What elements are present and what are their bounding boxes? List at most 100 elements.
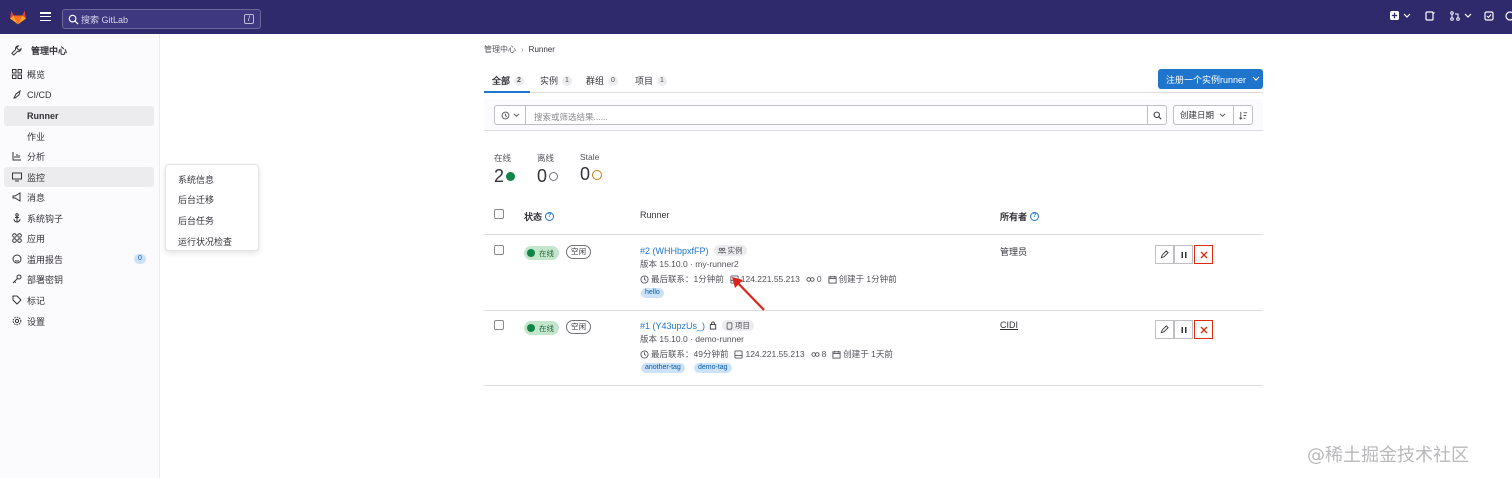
- pause-runner-button[interactable]: [1174, 320, 1193, 339]
- flyout-item-background-jobs[interactable]: 后台任务: [178, 214, 214, 227]
- sidebar-item-label: 标记: [27, 295, 46, 306]
- stat-value: 2: [494, 166, 505, 186]
- active-tab-indicator: [484, 91, 530, 93]
- ip-address: 124.221.55.213: [745, 349, 805, 359]
- help-menu[interactable]: [1505, 11, 1512, 21]
- breadcrumb-current[interactable]: Runner: [529, 45, 555, 54]
- close-icon: [1200, 326, 1207, 333]
- column-header-status: 状态 ?: [524, 210, 555, 223]
- chevron-down-icon: [1464, 13, 1472, 18]
- sidebar-item-settings[interactable]: 设置: [4, 311, 154, 331]
- pause-runner-button[interactable]: [1174, 245, 1193, 264]
- search-placeholder: 搜索 GitLab: [81, 14, 129, 25]
- row-checkbox[interactable]: [494, 245, 504, 255]
- sidebar-item-monitoring[interactable]: 监控: [4, 167, 154, 187]
- register-instance-runner-button[interactable]: 注册一个实例runner: [1158, 69, 1263, 89]
- column-header-owner: 所有者 ?: [1000, 210, 1040, 223]
- merge-requests-dropdown[interactable]: [1450, 11, 1472, 21]
- todos-shortcut[interactable]: [1484, 11, 1494, 21]
- breadcrumb-root[interactable]: 管理中心: [484, 44, 516, 55]
- runner-tag: demo-tag: [694, 363, 732, 373]
- sidebar: 管理中心 概览 CI/CD Runner 作业 分析 监控 消息 系统钩子 应用…: [0, 34, 160, 478]
- issues-shortcut[interactable]: [1425, 11, 1435, 21]
- status-badge-label: 在线: [539, 323, 554, 333]
- delete-runner-button[interactable]: [1194, 320, 1213, 339]
- sort-by-dropdown[interactable]: 创建日期: [1173, 105, 1234, 125]
- flyout-item-system-info[interactable]: 系统信息: [178, 173, 214, 186]
- sidebar-item-deploy-keys[interactable]: 部署密钥: [4, 269, 154, 289]
- runner-version: 版本 15.10.0 · demo-runner: [640, 334, 744, 344]
- tab-project[interactable]: 项目 1: [635, 74, 667, 87]
- runner-version: 版本 15.10.0 · my-runner2: [640, 259, 739, 269]
- sidebar-item-applications[interactable]: 应用: [4, 228, 154, 248]
- pause-icon: [1181, 326, 1186, 333]
- runner-tag: another-tag: [641, 363, 685, 373]
- search-icon: [68, 14, 79, 25]
- annotation-arrow-icon: [732, 277, 765, 311]
- sidebar-header[interactable]: 管理中心: [11, 44, 67, 57]
- lock-icon: [709, 321, 717, 330]
- sidebar-item-overview[interactable]: 概览: [4, 64, 154, 84]
- runners-table-header: [484, 200, 1263, 235]
- tab-count: 1: [657, 75, 667, 86]
- breadcrumb-separator-icon: ›: [521, 45, 524, 54]
- clock-icon: [640, 274, 649, 284]
- sidebar-item-runner[interactable]: Runner: [4, 106, 154, 126]
- filter-search-button[interactable]: [1147, 105, 1167, 125]
- sidebar-item-messages[interactable]: 消息: [4, 187, 154, 207]
- runner-owner-link[interactable]: CIDI: [1000, 320, 1018, 330]
- status-badge-online: 在线: [524, 321, 559, 335]
- pencil-icon: [1160, 250, 1169, 259]
- tab-count: 1: [562, 75, 572, 86]
- online-status-icon: [506, 172, 516, 181]
- select-all-checkbox[interactable]: [494, 209, 504, 219]
- last-contact: 最后联系：1分钟前: [651, 274, 724, 284]
- filter-input[interactable]: 搜索或筛选结果......: [526, 105, 1148, 125]
- tab-all[interactable]: 全部 2: [492, 74, 524, 87]
- sidebar-item-label: 监控: [27, 172, 46, 183]
- sidebar-item-label: 应用: [27, 233, 46, 244]
- edit-runner-button[interactable]: [1155, 245, 1174, 264]
- anchor-icon: [13, 213, 21, 223]
- stat-offline: 离线 0: [537, 152, 559, 187]
- flyout-item-background-migrations[interactable]: 后台迁移: [178, 193, 214, 206]
- sort-direction-button[interactable]: [1233, 105, 1253, 125]
- stat-value: 0: [537, 166, 548, 186]
- edit-runner-button[interactable]: [1155, 320, 1174, 339]
- chevron-down-icon: [513, 112, 519, 117]
- delete-runner-button[interactable]: [1194, 245, 1213, 264]
- issues-icon: [1425, 11, 1435, 21]
- stat-label: 离线: [537, 153, 555, 163]
- flyout-item-health-check[interactable]: 运行状况检查: [178, 235, 232, 248]
- runner-tag: hello: [641, 288, 664, 298]
- pause-icon: [1181, 251, 1186, 258]
- search-bar[interactable]: 搜索 GitLab /: [62, 9, 261, 29]
- sidebar-item-labels[interactable]: 标记: [4, 290, 154, 310]
- sidebar-item-label: 滥用报告: [27, 254, 64, 265]
- sidebar-item-system-hooks[interactable]: 系统钩子: [4, 208, 154, 228]
- recent-searches-dropdown[interactable]: [494, 105, 526, 125]
- runner-link[interactable]: #2 (WHHbpxfFP): [640, 246, 709, 256]
- sidebar-item-jobs[interactable]: 作业: [4, 126, 154, 146]
- close-icon: [1200, 251, 1207, 258]
- ip-address-icon: [734, 349, 744, 359]
- gitlab-logo-icon[interactable]: [9, 9, 27, 25]
- row-checkbox[interactable]: [494, 320, 504, 330]
- search-icon: [1153, 111, 1162, 120]
- question-icon[interactable]: ?: [545, 212, 555, 221]
- tab-group[interactable]: 群组 0: [586, 74, 618, 87]
- sidebar-item-abuse-reports[interactable]: 滥用报告 0: [4, 249, 154, 269]
- jobs-count: 8: [821, 349, 827, 359]
- clock-icon: [640, 349, 649, 359]
- runner-link[interactable]: #1 (Y43upzUs_): [640, 321, 705, 331]
- sidebar-item-cicd[interactable]: CI/CD: [4, 85, 154, 105]
- top-bar: 搜索 GitLab /: [0, 0, 1512, 34]
- runner-type-badge: 项目: [722, 320, 755, 331]
- tab-label: 群组: [586, 76, 605, 86]
- question-icon[interactable]: ?: [1030, 212, 1040, 221]
- menu-toggle-icon[interactable]: [40, 12, 51, 21]
- tab-instance[interactable]: 实例 1: [540, 74, 572, 87]
- sidebar-item-analytics[interactable]: 分析: [4, 146, 154, 166]
- create-new-dropdown[interactable]: [1390, 11, 1411, 20]
- stat-stale: Stale 0: [580, 152, 603, 185]
